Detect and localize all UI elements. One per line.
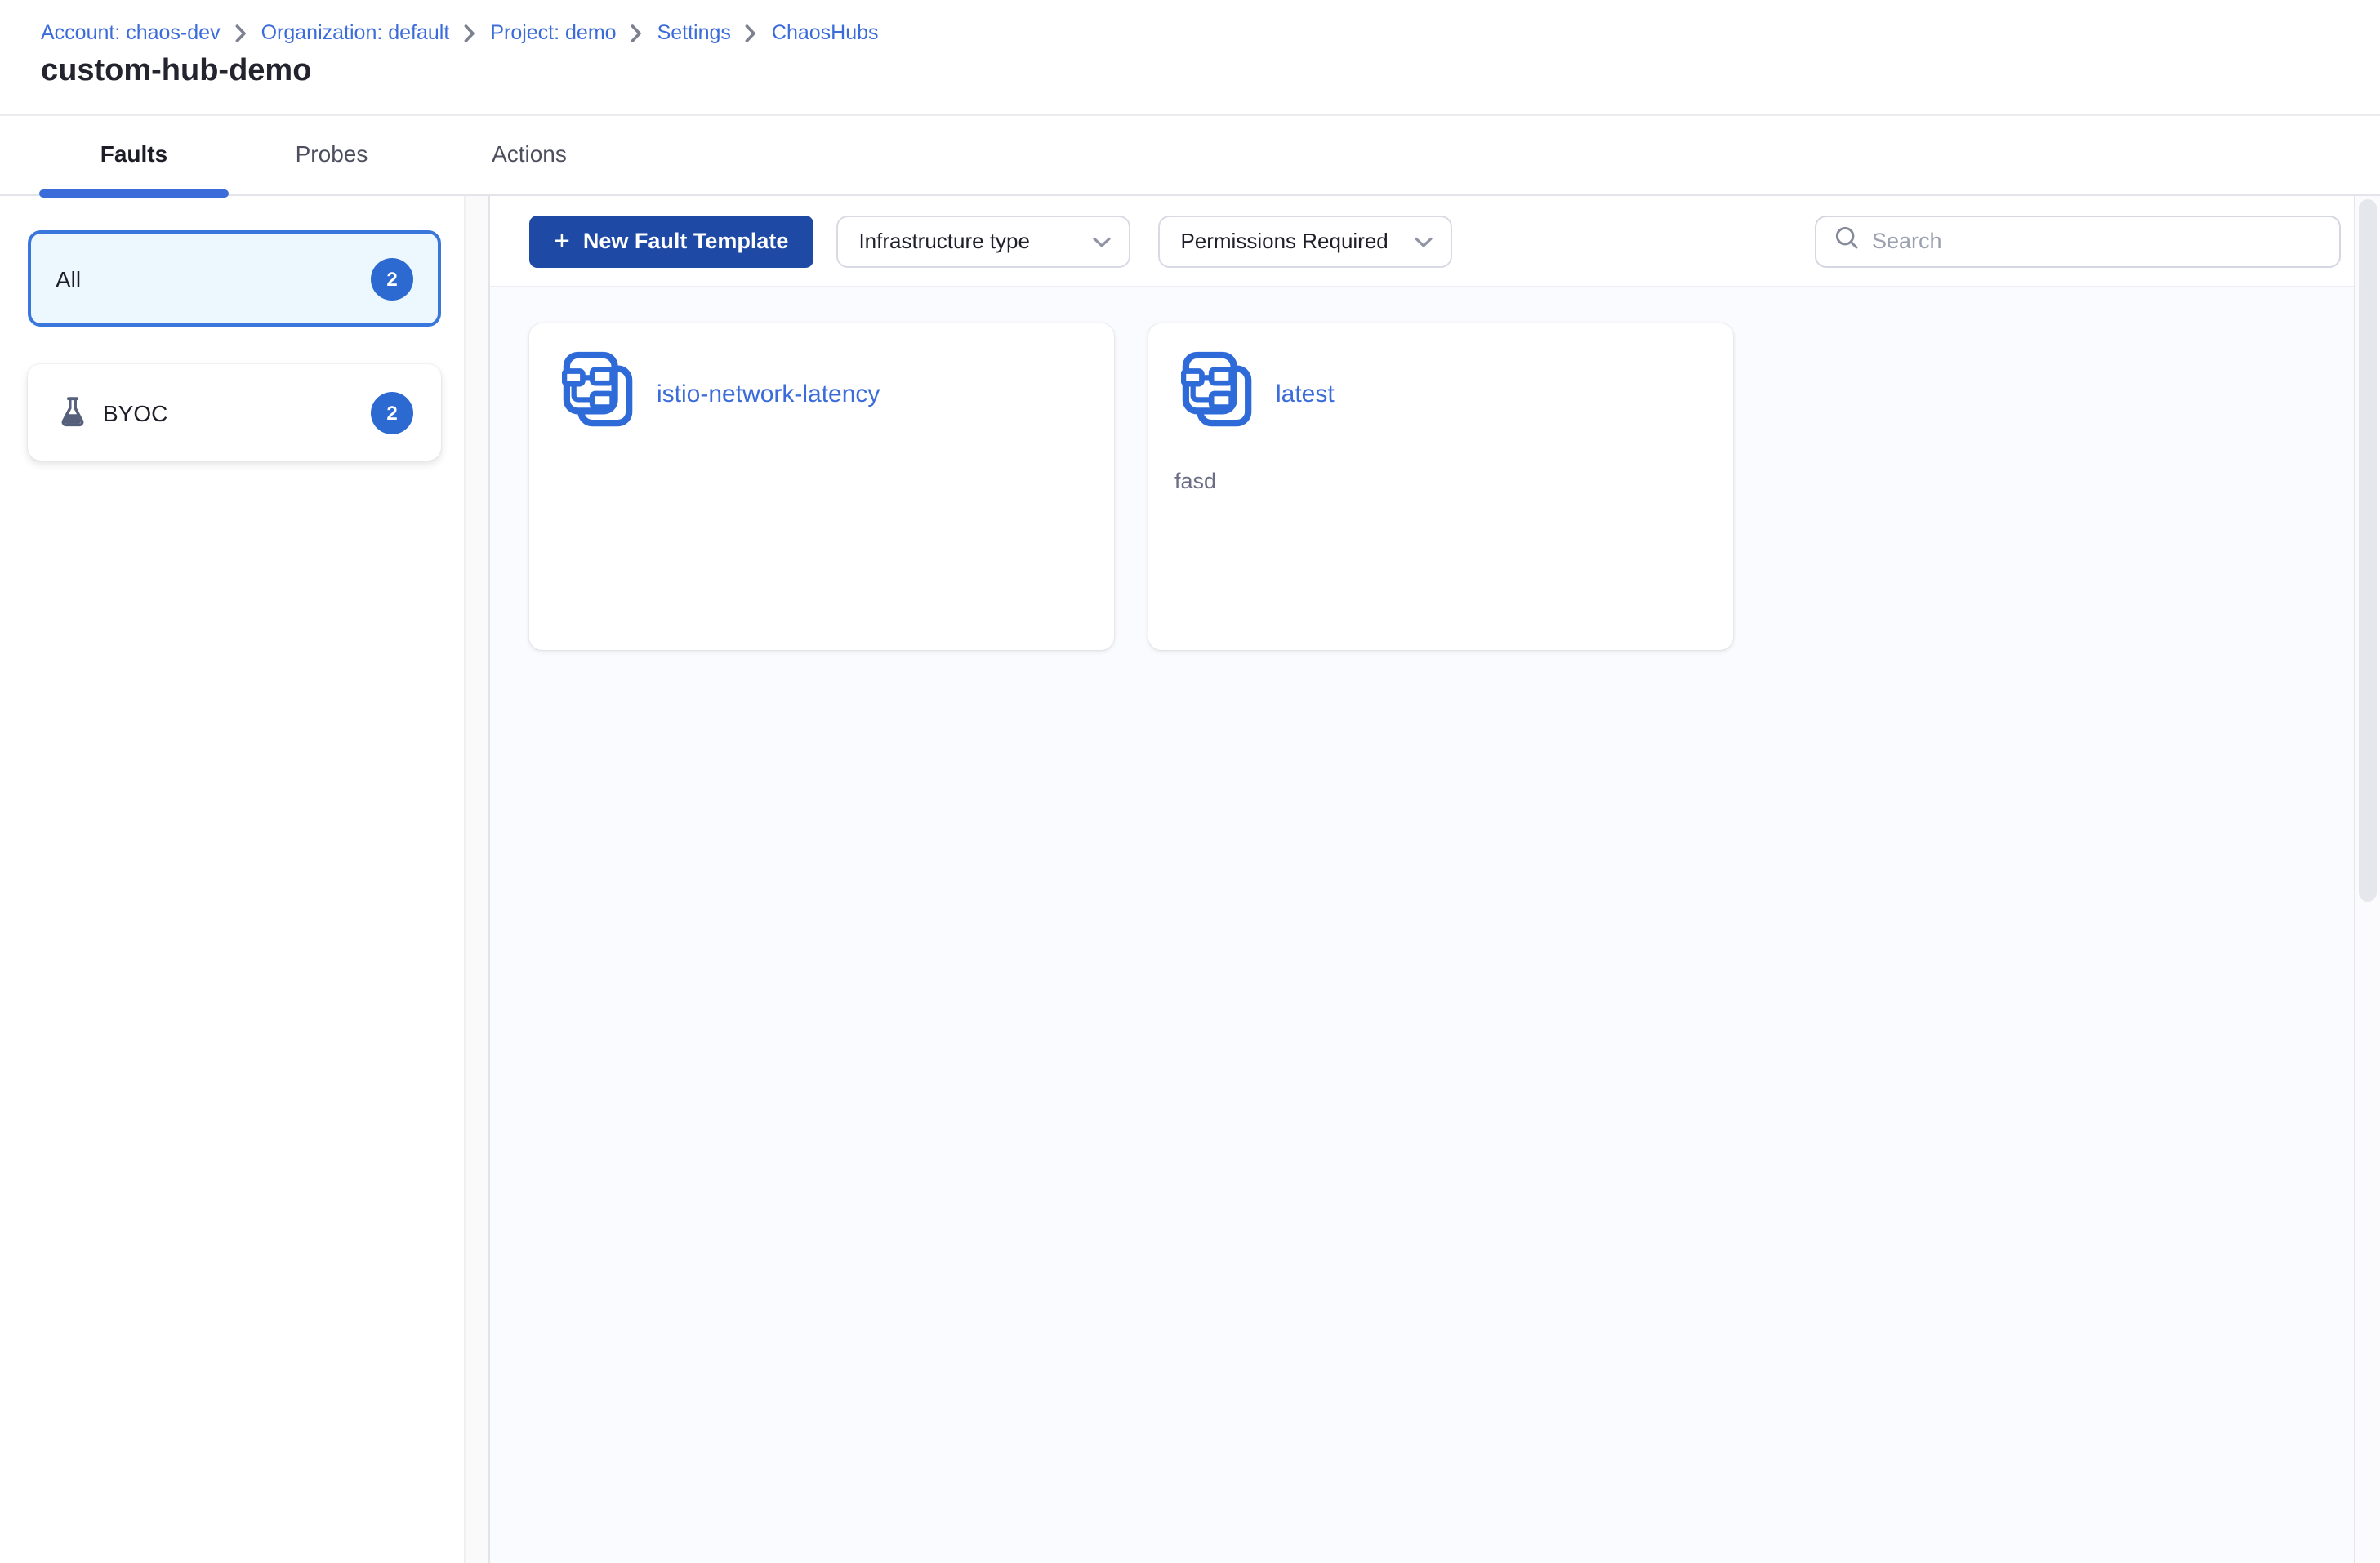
count-badge: 2: [371, 257, 413, 300]
breadcrumb-settings-link[interactable]: Settings: [657, 21, 731, 44]
breadcrumb-project-link[interactable]: Project: demo: [490, 21, 616, 44]
sidebar-item-label: All: [56, 265, 82, 292]
sidebar-item-byoc[interactable]: BYOC 2: [28, 364, 441, 461]
main-content: + New Fault Template Infrastructure type…: [490, 196, 2380, 1563]
fault-template-icon: [1180, 351, 1255, 436]
permissions-required-dropdown[interactable]: Permissions Required: [1157, 215, 1452, 267]
template-grid: istio-network-latency latest fasd: [490, 287, 2354, 1563]
count-badge: 2: [371, 391, 413, 434]
vertical-scrollbar[interactable]: [2354, 196, 2380, 1563]
flask-icon: [60, 397, 85, 428]
chevron-right-icon: [631, 24, 643, 42]
infrastructure-type-dropdown[interactable]: Infrastructure type: [836, 215, 1130, 267]
fault-template-card[interactable]: istio-network-latency: [529, 323, 1114, 650]
chaoshub-page: Account: chaos-dev Organization: default…: [0, 0, 2380, 1563]
tab-bar: Faults Probes Actions: [39, 113, 624, 198]
fault-template-icon: [561, 351, 635, 436]
new-fault-template-button[interactable]: + New Fault Template: [529, 215, 813, 267]
chevron-right-icon: [235, 24, 247, 42]
plus-icon: +: [554, 225, 570, 256]
fault-template-card[interactable]: latest fasd: [1148, 323, 1733, 650]
template-title-link[interactable]: latest: [1276, 380, 1335, 407]
template-title-link[interactable]: istio-network-latency: [657, 380, 880, 407]
tab-faults[interactable]: Faults: [39, 113, 229, 198]
page-header: Account: chaos-dev Organization: default…: [0, 0, 2380, 198]
page-title: custom-hub-demo: [41, 54, 312, 88]
tab-actions[interactable]: Actions: [435, 113, 624, 194]
breadcrumb-chaoshubs-link[interactable]: ChaosHubs: [772, 21, 879, 44]
chevron-right-icon: [464, 24, 475, 42]
search-input[interactable]: [1872, 229, 2321, 253]
chevron-right-icon: [746, 24, 757, 42]
chevron-down-icon: [1092, 229, 1111, 253]
breadcrumb: Account: chaos-dev Organization: default…: [41, 21, 879, 44]
card-header: istio-network-latency: [555, 351, 1088, 436]
template-description: fasd: [1174, 469, 1217, 493]
scrollbar-thumb[interactable]: [2359, 199, 2377, 902]
breadcrumb-account-link[interactable]: Account: chaos-dev: [41, 21, 221, 44]
toolbar: + New Fault Template Infrastructure type…: [490, 196, 2380, 287]
sidebar-item-label: BYOC: [103, 399, 168, 425]
dropdown-label: Permissions Required: [1180, 229, 1388, 253]
sidebar-item-all[interactable]: All 2: [28, 230, 441, 327]
dropdown-label: Infrastructure type: [858, 229, 1030, 253]
page-body: All 2 BYOC 2 + New Fault Template Infras…: [0, 196, 2380, 1563]
search-icon: [1834, 225, 1859, 257]
new-fault-template-label: New Fault Template: [582, 229, 789, 253]
card-header: latest: [1174, 351, 1707, 436]
breadcrumb-organization-link[interactable]: Organization: default: [261, 21, 450, 44]
tab-probes[interactable]: Probes: [237, 113, 426, 194]
panel-gutter: [466, 196, 490, 1563]
category-sidebar: All 2 BYOC 2: [0, 196, 466, 1563]
search-box: [1815, 215, 2341, 267]
chevron-down-icon: [1414, 229, 1433, 253]
